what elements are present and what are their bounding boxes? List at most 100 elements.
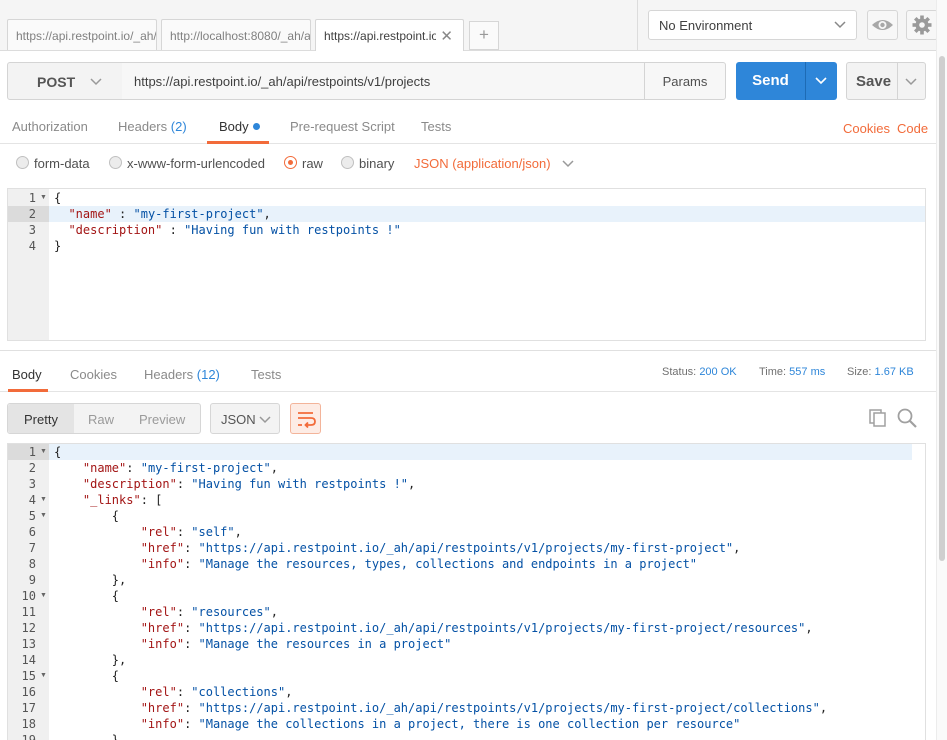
line-number: 2 xyxy=(28,461,36,475)
radio-form-data[interactable] xyxy=(16,156,29,169)
divider xyxy=(897,63,898,99)
line-number: 17 xyxy=(21,701,36,715)
method-select[interactable]: POST xyxy=(7,62,123,100)
page-scrollbar-thumb[interactable] xyxy=(939,56,945,561)
time-value: 557 ms xyxy=(789,366,826,378)
save-button[interactable]: Save xyxy=(846,62,926,100)
code-line: "href": "https://api.restpoint.io/_ah/ap… xyxy=(140,541,741,555)
copy-icon[interactable] xyxy=(867,408,889,428)
view-raw-button[interactable]: Raw xyxy=(88,412,114,427)
tab-response-cookies[interactable]: Cookies xyxy=(70,367,117,382)
cookies-link[interactable]: Cookies xyxy=(843,121,890,136)
tab-response-tests[interactable]: Tests xyxy=(251,367,281,382)
request-tab[interactable]: https://api.restpoint.io/_ah/ xyxy=(7,19,157,50)
fold-arrow-icon[interactable]: ▼ xyxy=(40,448,47,455)
url-text: https://api.restpoint.io/_ah/api/restpoi… xyxy=(134,74,431,89)
environment-select[interactable]: No Environment xyxy=(648,10,857,40)
request-tab[interactable]: http://localhost:8080/_ah/ap xyxy=(161,19,311,50)
format-label: JSON xyxy=(221,412,256,427)
fold-arrow-icon[interactable]: ▼ xyxy=(40,672,47,679)
view-pretty-button[interactable]: Pretty xyxy=(24,412,58,427)
send-label: Send xyxy=(752,72,789,89)
settings-button[interactable] xyxy=(906,10,938,40)
close-icon[interactable]: ✕ xyxy=(440,27,453,45)
size-readout: Size: 1.67 KB xyxy=(847,366,914,378)
tab-response-body[interactable]: Body xyxy=(12,367,42,382)
response-body-viewer[interactable]: 1 ▼ {2 "name": "my-first-project", 3 "descr… xyxy=(7,443,926,740)
chevron-down-icon[interactable] xyxy=(815,77,827,85)
tab-pre-request-script[interactable]: Pre-request Script xyxy=(290,119,395,134)
fold-arrow-icon[interactable]: ▼ xyxy=(40,194,47,201)
request-body-editor[interactable]: 1 ▼ {2 "name" : "my-first-project", 3 "desc… xyxy=(7,188,926,341)
add-tab-button[interactable]: + xyxy=(469,21,499,50)
headers-count: (12) xyxy=(196,367,220,382)
radio-raw[interactable] xyxy=(284,156,297,169)
line-number: 18 xyxy=(21,717,36,731)
radio-binary[interactable] xyxy=(341,156,354,169)
line-number: 6 xyxy=(28,525,36,539)
code-line: { xyxy=(54,589,120,603)
code-line: { xyxy=(54,445,62,459)
code-line: "rel": "self", xyxy=(140,525,242,539)
tab-headers[interactable]: Headers (2) xyxy=(118,119,187,134)
code-link[interactable]: Code xyxy=(897,121,928,136)
line-number: 5 xyxy=(28,509,36,523)
method-label: POST xyxy=(37,74,76,90)
code-line: }, xyxy=(54,653,127,667)
code-line: "href": "https://api.restpoint.io/_ah/ap… xyxy=(140,701,828,715)
line-number: 7 xyxy=(28,541,36,555)
tab-body[interactable]: Body xyxy=(219,119,260,134)
line-number: 11 xyxy=(21,605,36,619)
code-line: "info": "Manage the resources, types, co… xyxy=(140,557,698,571)
tab-label: Headers xyxy=(144,367,194,382)
radio-label: x-www-form-urlencoded xyxy=(127,156,265,171)
pane-splitter[interactable] xyxy=(0,350,947,351)
active-tab-indicator xyxy=(8,389,48,392)
send-button[interactable]: Send xyxy=(736,62,837,100)
line-number: 4 xyxy=(28,239,36,253)
code-line: } xyxy=(54,733,120,740)
tab-response-headers[interactable]: Headers (12) xyxy=(144,367,220,382)
line-number: 16 xyxy=(21,685,36,699)
line-number: 4 xyxy=(28,493,36,507)
view-mode-segmented: Pretty Raw Preview xyxy=(7,403,201,434)
params-button[interactable]: Params xyxy=(644,62,726,100)
line-number: 19 xyxy=(21,733,36,740)
save-label: Save xyxy=(856,73,892,90)
tab-authorization[interactable]: Authorization xyxy=(12,119,88,134)
tab-tests[interactable]: Tests xyxy=(421,119,451,134)
radio-label: raw xyxy=(302,156,323,171)
format-select[interactable]: JSON xyxy=(210,403,280,434)
search-icon[interactable] xyxy=(896,407,918,429)
url-input[interactable]: https://api.restpoint.io/_ah/api/restpoi… xyxy=(122,62,645,100)
gear-icon xyxy=(912,15,932,35)
size-value: 1.67 KB xyxy=(874,366,914,378)
code-line: { xyxy=(54,509,120,523)
headers-count: (2) xyxy=(170,119,187,134)
request-tab-active[interactable]: https://api.restpoint.io ✕ xyxy=(315,19,464,51)
code-line: "description" : "Having fun with restpoi… xyxy=(68,223,401,237)
wrap-lines-button[interactable] xyxy=(290,403,321,434)
fold-arrow-icon[interactable]: ▼ xyxy=(40,512,47,519)
line-number: 8 xyxy=(28,557,36,571)
chevron-down-icon xyxy=(259,416,271,424)
status-value: 200 OK xyxy=(699,366,737,378)
eye-icon xyxy=(872,20,893,30)
fold-arrow-icon[interactable]: ▼ xyxy=(40,592,47,599)
environment-quick-look-button[interactable] xyxy=(867,10,898,40)
tab-label: Cookies xyxy=(70,367,117,382)
view-preview-button[interactable]: Preview xyxy=(139,412,185,427)
time-label: Time: xyxy=(759,366,787,378)
modified-dot-icon xyxy=(252,123,260,130)
code-line: "name": "my-first-project", xyxy=(82,461,278,475)
plus-icon: + xyxy=(479,25,489,44)
line-number: 14 xyxy=(21,653,36,667)
fold-arrow-icon[interactable]: ▼ xyxy=(40,496,47,503)
environment-label: No Environment xyxy=(659,18,753,33)
line-number: 1 xyxy=(28,445,36,459)
line-number: 12 xyxy=(21,621,36,635)
params-label: Params xyxy=(662,74,708,89)
radio-urlencoded[interactable] xyxy=(109,156,122,169)
content-type-select[interactable]: JSON (application/json) xyxy=(414,156,574,171)
chevron-down-icon[interactable] xyxy=(905,78,917,86)
